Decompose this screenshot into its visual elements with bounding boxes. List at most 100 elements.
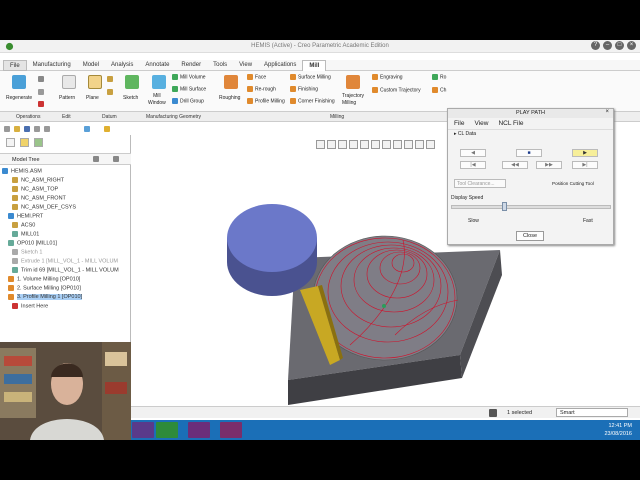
tab-model[interactable]: Model [77,60,105,71]
tree-item[interactable]: OP010 [MILL01] [8,240,57,249]
play-path-close-icon[interactable]: × [605,109,609,115]
mill-surface-button[interactable]: Mill Surface [172,86,206,92]
tab-applications[interactable]: Applications [258,60,302,71]
regenerate-icon[interactable] [12,75,26,89]
zoom-in-icon[interactable] [327,140,336,149]
pp-menu-file[interactable]: File [454,120,464,127]
perspective-icon[interactable] [360,140,369,149]
ch-button[interactable]: Ch [432,87,446,93]
drill-group-button[interactable]: Drill Group [172,98,204,104]
taskbar-creo-icon[interactable] [156,422,178,438]
finishing-button[interactable]: Finishing [290,86,318,92]
tree-columns-icon[interactable] [113,156,119,162]
new-icon[interactable] [4,126,10,132]
tree-item[interactable]: Trim id 69 [MILL_VOL_1 - MILL VOLUM [12,267,119,276]
play-path-close-button[interactable]: Close [516,231,544,241]
rerough-button[interactable]: Re-rough [247,86,276,92]
datum-display-icon[interactable] [404,140,413,149]
face-button[interactable]: Face [247,74,266,80]
mill-window-icon[interactable] [152,75,166,89]
tab-annotate[interactable]: Annotate [139,60,175,71]
tool-clearance-button[interactable]: Tool Clearance... [454,179,506,188]
tree-item[interactable]: 2. Surface Milling [OP010] [8,285,81,294]
help-icon[interactable]: ? [591,41,600,50]
group-edit[interactable]: Edit [62,114,71,120]
tab-manufacturing[interactable]: Manufacturing [27,60,77,71]
refit-icon[interactable] [316,140,325,149]
group-milling[interactable]: Milling [330,114,344,120]
save-icon[interactable] [24,126,30,132]
tab-mill[interactable]: Mill [302,59,327,71]
tree-item[interactable]: Sketch 1 [12,249,42,258]
selection-filter-icon[interactable] [489,409,497,417]
regenerate-small-icon[interactable] [84,126,90,132]
display-speed-slider[interactable] [451,205,611,209]
redo-icon[interactable] [44,126,50,132]
group-operations[interactable]: Operations [16,114,40,120]
trajectory-milling-button[interactable]: Trajectory Milling [342,93,364,107]
taskbar-app-icon[interactable] [132,422,154,438]
ro-button[interactable]: Ro [432,74,446,80]
tree-item[interactable]: Insert Here [12,303,48,312]
group-datum[interactable]: Datum [102,114,117,120]
display-style-icon[interactable] [371,140,380,149]
close-button[interactable]: × [627,41,636,50]
windows-icon[interactable] [104,126,110,132]
saved-views-icon[interactable] [382,140,391,149]
favorites-icon[interactable] [34,138,43,147]
step-back-button[interactable]: ◀◀ [502,161,528,169]
display-speed-thumb[interactable] [502,202,508,211]
tree-item[interactable]: ACS0 [12,222,35,231]
datum-point-icon[interactable] [107,89,115,95]
regenerate-button[interactable]: Regenerate [6,95,32,101]
repaint-icon[interactable] [349,140,358,149]
datum-axis-icon[interactable] [107,76,115,82]
selection-filter-dropdown[interactable]: Smart [556,408,628,417]
edit-tools[interactable] [38,76,46,82]
maximize-button[interactable]: □ [615,41,624,50]
view-manager-icon[interactable] [393,140,402,149]
custom-trajectory-button[interactable]: Custom Trajectory [372,87,421,93]
engraving-button[interactable]: Engraving [372,74,403,80]
mill-volume-button[interactable]: Mill Volume [172,74,206,80]
tab-view[interactable]: View [233,60,258,71]
forward-end-button[interactable]: ▶| [572,161,598,169]
sketch-icon[interactable] [125,75,139,89]
spin-center-icon[interactable] [426,140,435,149]
zoom-out-icon[interactable] [338,140,347,149]
sketch-button[interactable]: Sketch [123,95,138,101]
trajectory-milling-icon[interactable] [346,75,360,89]
play-forward-button[interactable]: ▶ [572,149,598,157]
pp-menu-view[interactable]: View [474,120,488,127]
annotation-display-icon[interactable] [415,140,424,149]
minimize-button[interactable]: – [603,41,612,50]
pattern-icon[interactable] [62,75,76,89]
taskbar-recorder-icon[interactable] [188,422,210,438]
tree-item[interactable]: HEMIS.ASM [2,168,42,177]
copy-icon[interactable] [38,89,46,95]
stop-button[interactable]: ■ [516,149,542,157]
position-cutting-tool-button[interactable]: Position Cutting Tool [552,181,594,186]
tree-item[interactable]: MILL01 [12,231,39,240]
delete-icon[interactable] [38,101,46,107]
folder-browser-icon[interactable] [20,138,29,147]
system-clock[interactable]: 12:41 PM 23/08/2016 [604,422,632,438]
rewind-start-button[interactable]: |◀ [460,161,486,169]
roughing-button[interactable]: Roughing [219,95,240,101]
profile-milling-button[interactable]: Profile Milling [247,98,285,104]
tree-item[interactable]: NC_ASM_TOP [12,186,58,195]
roughing-icon[interactable] [224,75,238,89]
taskbar-video-icon[interactable] [220,422,242,438]
plane-icon[interactable] [88,75,102,89]
tree-settings-icon[interactable] [93,156,99,162]
cl-data-expander[interactable]: ▸ CL Data [448,130,613,139]
mill-window-button[interactable]: Mill Window [148,93,166,107]
play-backward-button[interactable]: ◀ [460,149,486,157]
tree-item[interactable]: 3. Profile Milling 1 [OP010] [8,294,83,303]
tab-tools[interactable]: Tools [207,60,233,71]
tree-item[interactable]: 1. Volume Milling [OP010] [8,276,80,285]
corner-finishing-button[interactable]: Corner Finishing [290,98,335,104]
tree-item[interactable]: NC_ASM_RIGHT [12,177,64,186]
undo-icon[interactable] [34,126,40,132]
tab-render[interactable]: Render [175,60,207,71]
